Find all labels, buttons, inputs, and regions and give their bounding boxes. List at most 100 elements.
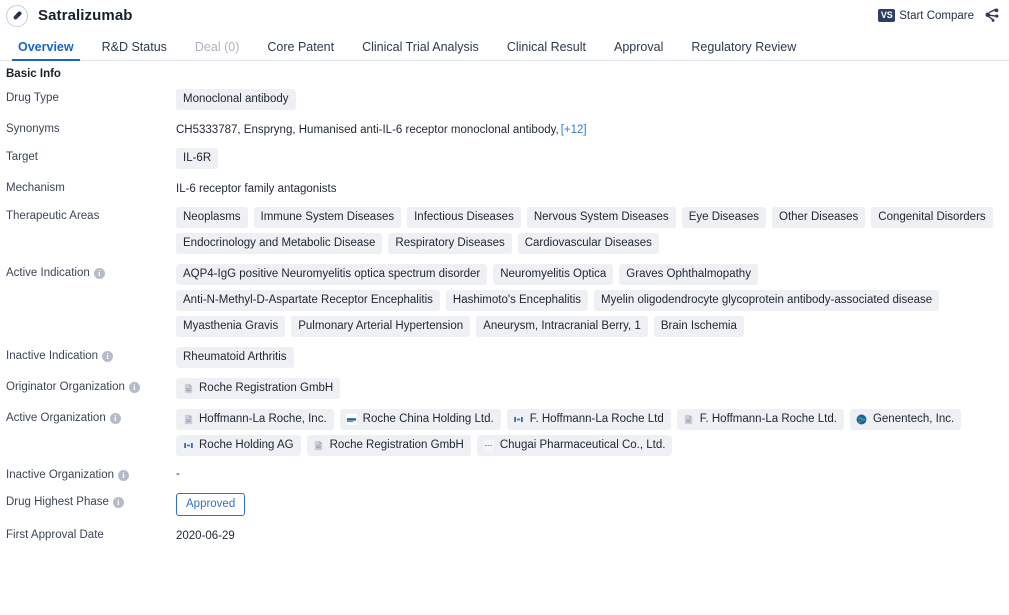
organization-name: Roche Registration GmbH	[199, 382, 334, 394]
label-text: Inactive Indication	[6, 350, 99, 362]
tag-therapeutic-area[interactable]: Endocrinology and Metabolic Disease	[176, 233, 383, 254]
capsule-icon	[6, 4, 28, 27]
tag-active-indication[interactable]: Aneurysm, Intracranial Berry, 1	[476, 316, 648, 337]
tab-core-patent[interactable]: Core Patent	[253, 40, 348, 61]
row-inactive-organization: Inactive Organization i -	[6, 460, 1003, 487]
tab-rd-status[interactable]: R&D Status	[88, 40, 181, 61]
share-network-icon[interactable]	[983, 7, 1001, 25]
row-inactive-indication: Inactive Indication i Rheumatoid Arthrit…	[6, 341, 1003, 372]
tag-active-indication[interactable]: Hashimoto's Encephalitis	[445, 290, 589, 311]
blue-mark-logo-icon	[513, 413, 525, 425]
row-value-synonyms: CH5333787, Enspryng, Humanised anti-IL-6…	[176, 119, 587, 138]
label-text: Originator Organization	[6, 381, 125, 393]
tab-approval[interactable]: Approval	[600, 40, 677, 61]
blue-mark-logo-icon	[182, 439, 194, 451]
label-text: Therapeutic Areas	[6, 210, 100, 222]
organization-name: Genentech, Inc.	[872, 413, 955, 425]
globe-logo-icon	[856, 413, 868, 425]
row-active-indication: Active Indication i AQP4-IgG positive Ne…	[6, 258, 1003, 341]
tab-regulatory-review[interactable]: Regulatory Review	[677, 40, 810, 61]
organization-name: Roche China Holding Ltd.	[362, 413, 494, 425]
tag-organization[interactable]: Hoffmann-La Roche, Inc.	[176, 409, 334, 430]
tag-therapeutic-area[interactable]: Neoplasms	[176, 207, 248, 228]
row-label-drug-highest-phase: Drug Highest Phase i	[6, 492, 176, 510]
start-compare-button[interactable]: VS Start Compare	[878, 9, 974, 22]
label-text: Drug Highest Phase	[6, 496, 109, 508]
document-logo-icon	[182, 413, 194, 425]
tag-organization[interactable]: F. Hoffmann-La Roche Ltd	[506, 409, 671, 430]
tag-active-indication[interactable]: Brain Ischemia	[653, 316, 744, 337]
row-label-target: Target	[6, 147, 176, 165]
tag-therapeutic-area[interactable]: Nervous System Diseases	[526, 207, 676, 228]
tag-active-indication[interactable]: Anti-N-Methyl-D-Aspartate Receptor Encep…	[176, 290, 440, 311]
tag-therapeutic-area[interactable]: Infectious Diseases	[407, 207, 521, 228]
synonyms-more-link[interactable]: [+12]	[561, 124, 587, 136]
tag-organization[interactable]: F. Hoffmann-La Roche Ltd.	[676, 409, 844, 430]
label-text: Drug Type	[6, 92, 59, 104]
tag-organization[interactable]: Chugai Pharmaceutical Co., Ltd.	[476, 435, 673, 456]
tag-active-indication[interactable]: Myasthenia Gravis	[176, 316, 286, 337]
row-value-therapeutic-areas: Neoplasms Immune System Diseases Infecti…	[176, 206, 1003, 254]
organization-name: Roche Holding AG	[199, 439, 294, 451]
label-text: Active Indication	[6, 267, 90, 279]
tag-drug-type[interactable]: Monoclonal antibody	[176, 89, 296, 110]
organization-name: F. Hoffmann-La Roche Ltd	[529, 413, 664, 425]
tag-therapeutic-area[interactable]: Immune System Diseases	[253, 207, 402, 228]
row-label-first-approval-date: First Approval Date	[6, 525, 176, 543]
tag-active-indication[interactable]: Myelin oligodendrocyte glycoprotein anti…	[594, 290, 940, 311]
row-value-active-organization: Hoffmann-La Roche, Inc. Roche China Hold…	[176, 408, 1003, 456]
basic-info-content: Drug Type Monoclonal antibody Synonyms C…	[0, 83, 1009, 548]
info-icon[interactable]: i	[102, 351, 114, 362]
tag-active-indication[interactable]: Graves Ophthalmopathy	[619, 264, 758, 285]
row-value-drug-highest-phase: Approved	[176, 492, 1003, 516]
tag-organization[interactable]: Genentech, Inc.	[849, 409, 962, 430]
row-mechanism: Mechanism IL-6 receptor family antagonis…	[6, 173, 1003, 201]
row-active-organization: Active Organization i Hoffmann-La Roche,…	[6, 403, 1003, 460]
row-value-inactive-organization: -	[176, 468, 180, 480]
label-text: Synonyms	[6, 123, 60, 135]
row-first-approval-date: First Approval Date 2020-06-29	[6, 520, 1003, 548]
row-value-originator-organization: Roche Registration GmbH	[176, 377, 1003, 399]
info-icon[interactable]: i	[93, 268, 105, 279]
tab-clinical-result[interactable]: Clinical Result	[493, 40, 600, 61]
row-drug-highest-phase: Drug Highest Phase i Approved	[6, 487, 1003, 520]
page-title: Satralizumab	[38, 7, 133, 24]
tag-organization[interactable]: Roche Registration GmbH	[306, 435, 471, 456]
tag-inactive-indication[interactable]: Rheumatoid Arthritis	[176, 347, 294, 368]
row-value-inactive-indication: Rheumatoid Arthritis	[176, 346, 1003, 368]
synonyms-text: CH5333787, Enspryng, Humanised anti-IL-6…	[176, 124, 559, 136]
info-icon[interactable]: i	[112, 497, 124, 508]
tab-deal[interactable]: Deal (0)	[181, 40, 253, 61]
tag-therapeutic-area[interactable]: Respiratory Diseases	[388, 233, 512, 254]
row-label-drug-type: Drug Type	[6, 88, 176, 106]
row-value-mechanism: IL-6 receptor family antagonists	[176, 183, 337, 195]
organization-name: Roche Registration GmbH	[329, 439, 464, 451]
row-label-mechanism: Mechanism	[6, 178, 176, 196]
row-drug-type: Drug Type Monoclonal antibody	[6, 83, 1003, 114]
info-icon[interactable]: i	[118, 470, 130, 481]
tag-therapeutic-area[interactable]: Eye Diseases	[681, 207, 766, 228]
tag-target[interactable]: IL-6R	[176, 148, 219, 169]
tag-therapeutic-area[interactable]: Cardiovascular Diseases	[517, 233, 659, 254]
vs-badge-icon: VS	[878, 9, 896, 22]
tag-organization[interactable]: Roche Registration GmbH	[176, 378, 341, 399]
status-badge-approved[interactable]: Approved	[176, 493, 246, 516]
info-icon[interactable]: i	[128, 382, 140, 393]
section-title-basic-info: Basic Info	[6, 68, 61, 80]
row-originator-organization: Originator Organization i Roche Registra…	[6, 372, 1003, 403]
tab-clinical-trial-analysis[interactable]: Clinical Trial Analysis	[348, 40, 493, 61]
info-icon[interactable]: i	[109, 413, 121, 424]
tag-active-indication[interactable]: Pulmonary Arterial Hypertension	[291, 316, 471, 337]
tag-active-indication[interactable]: Neuromyelitis Optica	[493, 264, 614, 285]
label-text: Target	[6, 151, 38, 163]
tag-organization[interactable]: Roche China Holding Ltd.	[339, 409, 501, 430]
tag-therapeutic-area[interactable]: Congenital Disorders	[871, 207, 993, 228]
row-label-synonyms: Synonyms	[6, 119, 176, 137]
tag-therapeutic-area[interactable]: Other Diseases	[772, 207, 866, 228]
row-value-active-indication: AQP4-IgG positive Neuromyelitis optica s…	[176, 263, 1003, 337]
tab-overview[interactable]: Overview	[4, 40, 88, 61]
row-target: Target IL-6R	[6, 142, 1003, 173]
tag-active-indication[interactable]: AQP4-IgG positive Neuromyelitis optica s…	[176, 264, 488, 285]
row-label-inactive-organization: Inactive Organization i	[6, 465, 176, 483]
tag-organization[interactable]: Roche Holding AG	[176, 435, 301, 456]
